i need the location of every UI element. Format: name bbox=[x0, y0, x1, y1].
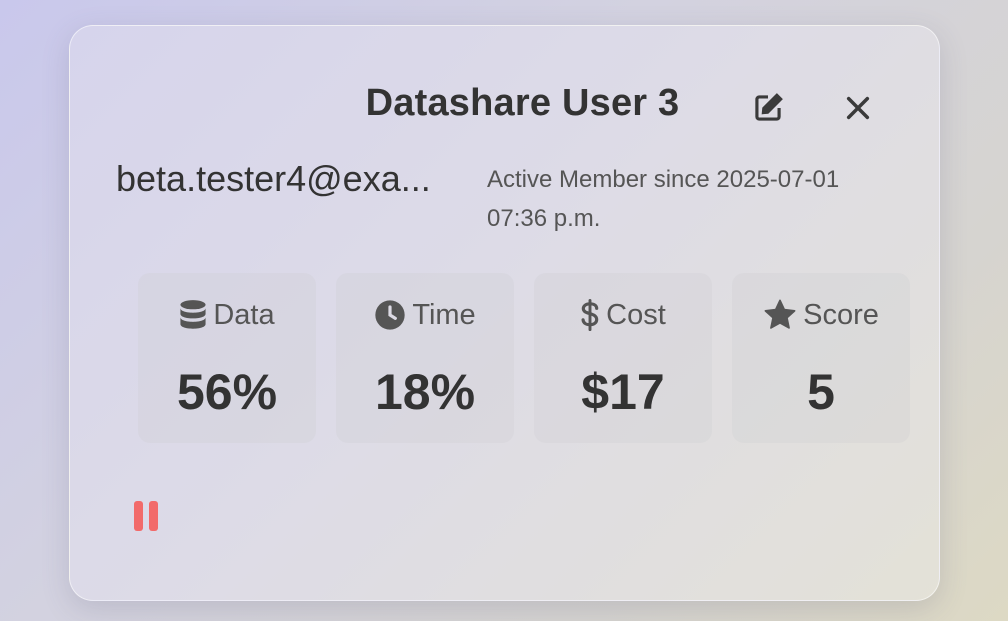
stat-data-header: Data bbox=[179, 295, 275, 335]
stat-data: Data 56% bbox=[138, 273, 316, 443]
stat-data-value: 56% bbox=[176, 364, 278, 420]
star-icon bbox=[764, 299, 796, 329]
pause-icon-bar-left bbox=[134, 501, 143, 531]
stat-score: Score 5 bbox=[732, 273, 910, 443]
stat-cost: Cost $17 bbox=[534, 273, 712, 443]
stat-time-header: Time bbox=[374, 295, 476, 335]
card-title: Datashare User 3 bbox=[365, 82, 680, 124]
pause-icon-bar-right bbox=[149, 501, 158, 531]
member-since-line1: Active Member since 2025-07-01 bbox=[487, 166, 840, 193]
clock-icon bbox=[375, 300, 405, 330]
member-since-line2: 07:36 p.m. bbox=[487, 205, 601, 232]
pause-button[interactable] bbox=[124, 492, 168, 540]
edit-button[interactable] bbox=[744, 84, 792, 132]
stat-time-label: Time bbox=[412, 298, 476, 331]
stat-time-value: 18% bbox=[374, 364, 476, 420]
database-icon bbox=[180, 300, 206, 329]
stat-data-label: Data bbox=[213, 298, 275, 331]
user-email: beta.tester4@exa... bbox=[116, 158, 431, 199]
stat-cost-label: Cost bbox=[606, 298, 666, 331]
stat-cost-value: $17 bbox=[581, 364, 665, 420]
stat-score-header: Score bbox=[763, 295, 879, 335]
member-since: Active Member since 2025-07-01 07:36 p.m… bbox=[487, 160, 897, 238]
stat-score-value: 5 bbox=[807, 364, 835, 420]
stats-row: Data 56% Time 18% Cost $17 Score 5 bbox=[138, 273, 910, 443]
close-icon bbox=[846, 96, 870, 120]
user-card: Datashare User 3 beta.tester4@exa... Act… bbox=[69, 25, 940, 601]
stat-cost-header: Cost bbox=[580, 295, 666, 335]
edit-icon bbox=[755, 93, 783, 121]
close-button[interactable] bbox=[834, 84, 882, 132]
stat-time: Time 18% bbox=[336, 273, 514, 443]
stat-score-label: Score bbox=[803, 298, 879, 331]
dollar-icon bbox=[581, 298, 599, 332]
